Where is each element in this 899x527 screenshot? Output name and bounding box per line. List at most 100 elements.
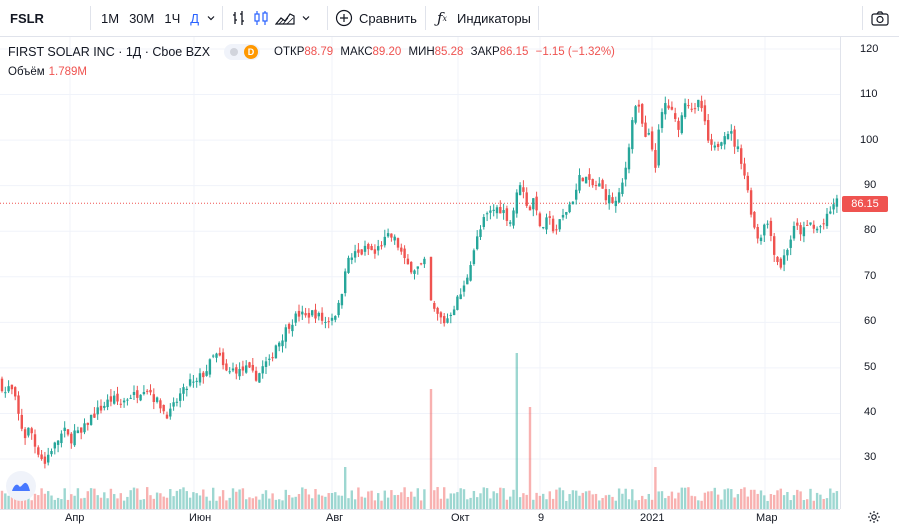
candle-body: [73, 430, 76, 446]
volume-bar: [60, 499, 63, 509]
settings-gear-icon[interactable]: [866, 509, 882, 525]
candle-body: [301, 311, 304, 315]
candle-body: [218, 352, 221, 356]
market-status-badge[interactable]: D: [224, 44, 261, 60]
candle-body: [647, 133, 650, 135]
candle-body: [33, 434, 37, 447]
volume-bar: [413, 496, 416, 509]
volume-bar: [697, 500, 700, 509]
candle-body: [4, 392, 7, 394]
volume-bar: [367, 491, 370, 509]
candle-body: [410, 261, 413, 273]
volume-bar: [76, 488, 80, 509]
price-scale[interactable]: 120 110 100 90 80 70 60 50 40 30: [840, 37, 899, 509]
chevron-down-icon[interactable]: [298, 13, 314, 23]
camera-icon[interactable]: [868, 0, 892, 36]
volume-bar: [690, 495, 693, 509]
volume-bar: [439, 498, 443, 509]
candle-body: [588, 174, 591, 180]
volume-legend: Объём 1.789M: [8, 66, 87, 78]
candle-body: [80, 427, 83, 433]
candle-body: [30, 428, 33, 434]
candle-body: [611, 197, 614, 204]
candle-body: [386, 233, 390, 237]
candle-body: [512, 210, 515, 226]
volume-bar: [485, 488, 489, 509]
volume-bar: [802, 500, 806, 509]
candle-body: [654, 149, 657, 168]
volume-bar: [324, 496, 327, 509]
candle-body: [703, 105, 707, 122]
chart-pane[interactable]: [0, 37, 840, 509]
volume-bar: [548, 491, 551, 509]
chevron-down-icon[interactable]: [204, 13, 218, 23]
volume-bar: [835, 491, 839, 509]
indicators-button[interactable]: ƒx Индикаторы: [433, 0, 531, 36]
volume-bar: [70, 494, 73, 509]
candle-body: [122, 400, 126, 403]
volume-bar: [119, 493, 122, 509]
price-chart[interactable]: [0, 37, 840, 509]
volume-bar: [353, 499, 357, 509]
candle-body: [693, 108, 697, 110]
area-chart-icon[interactable]: [272, 10, 298, 26]
volume-bar: [274, 499, 278, 509]
candle-body: [370, 246, 373, 251]
candle-body: [162, 404, 165, 412]
volume-bar: [733, 497, 736, 509]
candle-body: [416, 266, 419, 269]
candle-body: [225, 363, 228, 371]
candle-body: [466, 277, 469, 285]
volume-bar: [650, 499, 654, 509]
volume-bar: [806, 499, 809, 509]
symbol-search[interactable]: FSLR: [10, 0, 44, 36]
volume-bar: [604, 495, 608, 509]
candle-body: [106, 399, 109, 408]
volume-bar: [50, 495, 53, 509]
candle-body: [314, 309, 317, 319]
volume-bar: [617, 488, 621, 509]
volume-bar: [799, 491, 802, 509]
high-value: 89.20: [372, 46, 402, 58]
candle-body: [235, 367, 238, 374]
volume-bar: [386, 497, 390, 509]
candle-body: [700, 100, 703, 109]
interval-1h[interactable]: 1Ч: [159, 11, 185, 26]
candle-body: [195, 380, 198, 382]
candle-body: [680, 115, 683, 134]
candle-body: [542, 227, 545, 229]
bars-chart-icon[interactable]: [228, 9, 250, 27]
candles-chart-icon[interactable]: [250, 9, 272, 27]
candle-body: [367, 243, 370, 250]
volume-bar: [611, 496, 614, 509]
tradingview-logo-icon[interactable]: [6, 471, 36, 501]
volume-bar: [175, 490, 179, 509]
interval-30m[interactable]: 30M: [124, 11, 159, 26]
volume-bar: [99, 497, 103, 509]
candle-body: [264, 361, 268, 367]
volume-bar: [680, 487, 683, 509]
interval-1m[interactable]: 1M: [96, 11, 124, 26]
volume-bar: [726, 488, 730, 509]
candle-body: [532, 198, 535, 210]
candle-body: [182, 387, 185, 394]
volume-bar: [631, 489, 634, 509]
candle-body: [198, 373, 202, 383]
volume-bar: [195, 493, 198, 509]
compare-button[interactable]: Сравнить: [334, 0, 417, 36]
candle-body: [535, 196, 538, 211]
volume-bar: [776, 490, 779, 509]
candle-body: [621, 182, 624, 194]
candle-body: [393, 236, 396, 241]
candle-body: [637, 104, 641, 107]
volume-bar: [779, 488, 782, 509]
candle-body: [515, 192, 518, 214]
candle-body: [627, 147, 631, 170]
interval-day[interactable]: Д: [185, 11, 204, 26]
time-scale[interactable]: Апр Июн Авг Окт 9 2021 Мар: [0, 509, 840, 527]
volume-bar: [538, 495, 542, 509]
candle-body: [258, 373, 261, 383]
volume-bar: [683, 487, 687, 509]
low-value: 85.28: [434, 46, 464, 58]
volume-bar: [126, 496, 129, 509]
